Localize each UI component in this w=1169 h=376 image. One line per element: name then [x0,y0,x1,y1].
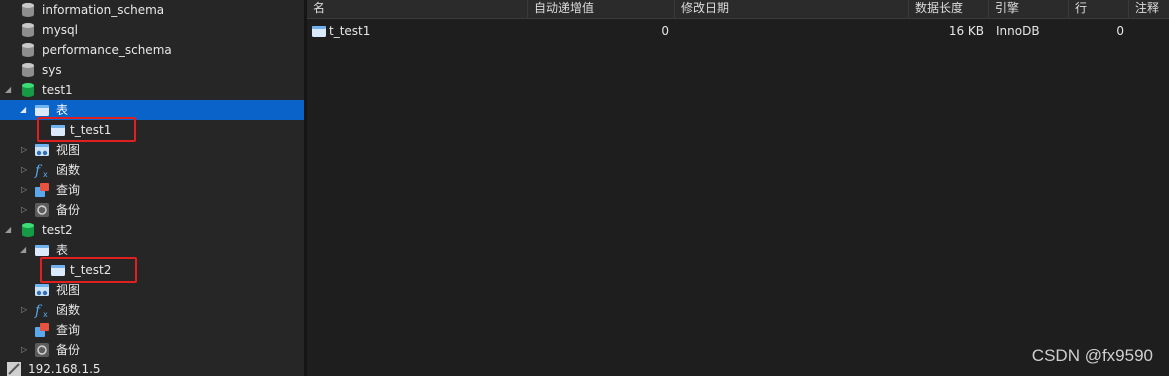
collapsed-arrow-icon[interactable]: ▷ [21,186,29,194]
collapsed-arrow-icon[interactable]: ▷ [21,206,29,214]
tree-item-label: 查询 [56,323,81,337]
tree-item-label: 视图 [56,143,81,157]
tree-item-label: sys [42,63,62,77]
column-header-data-length[interactable]: 数据长度 [909,0,989,19]
cell-engine: InnoDB [996,24,1040,38]
tree-item-label: 函数 [56,303,81,317]
tree-item-test1-functions[interactable]: ▷ f x 函数 [0,160,304,180]
cell-data-length: 16 KB [948,24,984,38]
tree-item-mysql[interactable]: mysql [0,20,304,40]
svg-text:x: x [43,310,48,318]
column-header-auto-increment[interactable]: 自动递增值 [528,0,675,19]
tree-item-test1-backups[interactable]: ▷ 备份 [0,200,304,220]
table-row[interactable]: t_test1 0 16 KB InnoDB 0 [307,22,1169,40]
cell-auto-increment: 0 [661,24,669,38]
tree-item-test2[interactable]: ◢ test2 [0,220,304,240]
tree-item-label: 192.168.1.5 [28,362,101,376]
tree-item-information-schema[interactable]: information_schema [0,0,304,20]
column-header-name[interactable]: 名 [307,0,528,19]
tree-item-label: 视图 [56,283,81,297]
tree-item-label: 备份 [56,343,81,357]
database-icon [22,43,34,57]
database-active-icon [22,223,34,237]
collapsed-arrow-icon[interactable]: ▷ [21,146,29,154]
collapsed-arrow-icon[interactable]: ▷ [21,166,29,174]
collapsed-arrow-icon[interactable]: ▷ [21,346,29,354]
svg-text:x: x [43,170,48,178]
backup-icon [35,343,49,357]
tree-item-connection[interactable]: 192.168.1.5 [0,359,304,376]
view-icon [35,284,49,296]
database-icon [22,63,34,77]
tree-item-test1-views[interactable]: ▷ 视图 [0,140,304,160]
column-header-rows[interactable]: 行 [1069,0,1129,19]
tree-item-test2-queries[interactable]: 查询 [0,320,304,340]
svg-text:f: f [34,303,43,318]
query-icon [35,323,49,337]
connection-icon [7,362,21,376]
backup-icon [35,203,49,217]
tree-item-performance-schema[interactable]: performance_schema [0,40,304,60]
tree-item-label: test2 [42,223,73,237]
tree-item-label: 查询 [56,183,81,197]
tables-folder-icon [35,105,49,116]
cell-name: t_test1 [329,24,371,38]
tree-item-label: performance_schema [42,43,172,57]
watermark: CSDN @fx9590 [1031,346,1153,365]
navigator-sidebar[interactable]: information_schema mysql performance_sch… [0,0,304,376]
column-header-engine[interactable]: 引擎 [989,0,1069,19]
tree-item-label: 函数 [56,163,81,177]
tree-item-label: 表 [56,243,69,257]
view-icon [35,144,49,156]
expanded-arrow-icon[interactable]: ◢ [5,226,13,234]
cell-modified-date [675,22,903,40]
tree-item-test1[interactable]: ◢ test1 [0,80,304,100]
tree-item-test1-queries[interactable]: ▷ 查询 [0,180,304,200]
column-header-modified-date[interactable]: 修改日期 [675,0,909,19]
function-icon: f x [34,163,48,178]
function-icon: f x [34,303,48,318]
tree-item-test2-functions[interactable]: ▷ f x 函数 [0,300,304,320]
tree-item-label: 表 [56,103,69,117]
tree-item-test2-backups[interactable]: ▷ 备份 [0,340,304,360]
table-icon [312,26,326,37]
svg-text:f: f [34,163,43,178]
database-icon [22,23,34,37]
tree-item-label: 备份 [56,203,81,217]
tree-item-test2-views[interactable]: 视图 [0,280,304,300]
tree-item-label: information_schema [42,3,165,17]
tree-item-sys[interactable]: sys [0,60,304,80]
query-icon [35,183,49,197]
tables-folder-icon [35,245,49,256]
collapsed-arrow-icon[interactable]: ▷ [21,306,29,314]
highlight-box [37,117,136,142]
tree-item-label: test1 [42,83,73,97]
database-active-icon [22,83,34,97]
database-icon [22,3,34,17]
expanded-arrow-icon[interactable]: ◢ [20,246,28,254]
expanded-arrow-icon[interactable]: ◢ [5,86,13,94]
column-header-comment[interactable]: 注释 [1129,0,1169,19]
object-list-pane[interactable]: 名 自动递增值 修改日期 数据长度 引擎 行 注释 t_test1 0 16 K… [307,0,1169,376]
expanded-arrow-icon[interactable]: ◢ [20,106,28,114]
cell-rows: 0 [1116,24,1124,38]
tree-item-label: mysql [42,23,78,37]
